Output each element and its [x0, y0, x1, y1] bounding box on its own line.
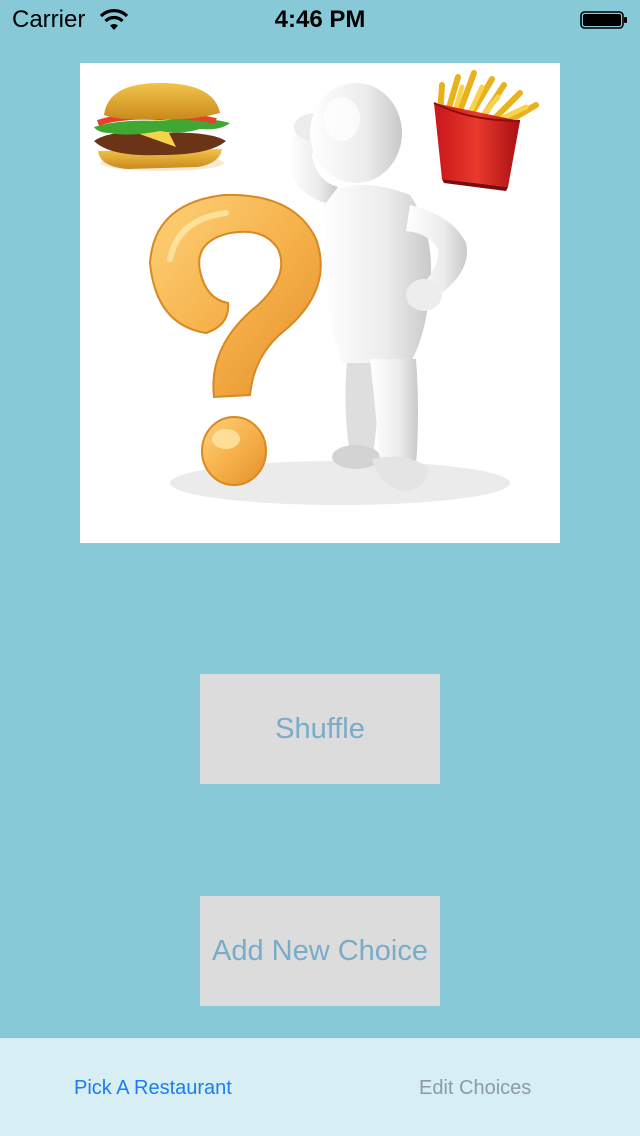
hamburger-icon: [94, 83, 230, 171]
tab-bar: Pick A Restaurant Edit Choices: [0, 1037, 640, 1136]
tab-edit-choices[interactable]: Edit Choices: [419, 1076, 531, 1100]
hero-image: [80, 63, 560, 543]
add-new-choice-button[interactable]: Add New Choice: [200, 896, 440, 1006]
shuffle-button[interactable]: Shuffle: [200, 674, 440, 784]
french-fries-icon: [433, 70, 539, 191]
app-screen: Carrier 4:46 PM Shuffle Add New Choice P…: [0, 0, 640, 1136]
question-mark: [148, 193, 322, 486]
status-time: 4:46 PM: [274, 6, 366, 33]
battery-icon: [580, 11, 628, 29]
tab-pick-a-restaurant[interactable]: Pick A Restaurant: [74, 1076, 232, 1100]
status-bar: Carrier 4:46 PM: [0, 0, 640, 40]
